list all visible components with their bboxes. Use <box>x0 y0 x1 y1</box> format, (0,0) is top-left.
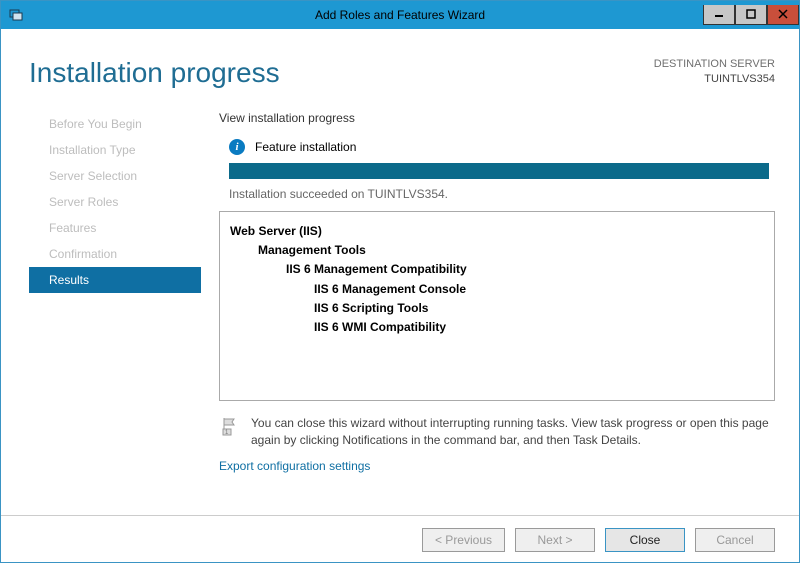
tree-management-tools: Management Tools <box>258 241 764 260</box>
tree-iis6-scripting: IIS 6 Scripting Tools <box>314 299 764 318</box>
nav-results[interactable]: Results <box>29 267 201 293</box>
note-text: You can close this wizard without interr… <box>251 415 775 449</box>
nav-installation-type: Installation Type <box>29 137 201 163</box>
minimize-button[interactable] <box>703 5 735 25</box>
wizard-window: Add Roles and Features Wizard Installati… <box>0 0 800 563</box>
titlebar: Add Roles and Features Wizard <box>1 1 799 29</box>
tree-iis6-console: IIS 6 Management Console <box>314 280 764 299</box>
nav-features: Features <box>29 215 201 241</box>
install-succeeded-text: Installation succeeded on TUINTLVS354. <box>229 187 775 201</box>
wizard-footer: < Previous Next > Close Cancel <box>1 515 799 556</box>
wizard-sidebar: Before You Begin Installation Type Serve… <box>1 111 201 515</box>
nav-before-you-begin: Before You Begin <box>29 111 201 137</box>
progress-bar-wrap <box>229 163 769 179</box>
header-row: Installation progress DESTINATION SERVER… <box>1 29 799 89</box>
destination-server: TUINTLVS354 <box>654 72 775 87</box>
info-icon: i <box>229 139 245 155</box>
note-row: 1 You can close this wizard without inte… <box>219 415 775 449</box>
cancel-button: Cancel <box>695 528 775 552</box>
page-title: Installation progress <box>29 57 280 89</box>
content-pane: View installation progress i Feature ins… <box>201 111 799 515</box>
tree-iis6-compat: IIS 6 Management Compatibility <box>286 260 764 279</box>
nav-server-roles: Server Roles <box>29 189 201 215</box>
maximize-button[interactable] <box>735 5 767 25</box>
view-progress-label: View installation progress <box>219 111 775 125</box>
status-row: i Feature installation <box>229 139 775 155</box>
close-window-button[interactable] <box>767 5 799 25</box>
main-area: Before You Begin Installation Type Serve… <box>1 111 799 515</box>
wizard-body: Installation progress DESTINATION SERVER… <box>1 29 799 562</box>
next-button: Next > <box>515 528 595 552</box>
tree-root: Web Server (IIS) <box>230 222 764 241</box>
tree-iis6-wmi: IIS 6 WMI Compatibility <box>314 318 764 337</box>
nav-confirmation: Confirmation <box>29 241 201 267</box>
feature-installation-label: Feature installation <box>255 140 356 154</box>
results-tree: Web Server (IIS) Management Tools IIS 6 … <box>219 211 775 401</box>
flag-icon: 1 <box>219 415 241 437</box>
app-icon <box>7 6 25 24</box>
window-title: Add Roles and Features Wizard <box>315 8 485 22</box>
destination-label: DESTINATION SERVER <box>654 57 775 72</box>
close-button[interactable]: Close <box>605 528 685 552</box>
nav-server-selection: Server Selection <box>29 163 201 189</box>
progress-bar <box>229 163 769 179</box>
destination-info: DESTINATION SERVER TUINTLVS354 <box>654 57 775 88</box>
window-controls <box>703 6 799 25</box>
previous-button: < Previous <box>422 528 505 552</box>
export-config-link[interactable]: Export configuration settings <box>219 459 775 473</box>
